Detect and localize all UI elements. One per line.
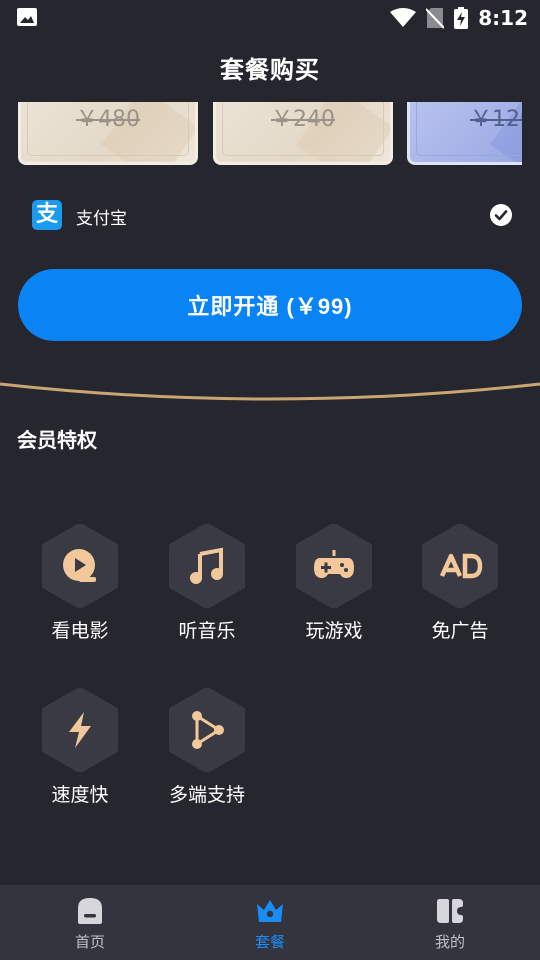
tab-label: 套餐 [254,933,285,951]
plan-card-scroller[interactable]: ￥480 ￥240 ￥120 [18,102,522,166]
feature-label: 看电影 [51,620,109,642]
feature-speed[interactable]: 速度快 [25,688,135,808]
plan-price: ￥480 [76,107,140,132]
plan-card[interactable]: ￥240 [213,102,393,165]
plan-card[interactable]: ￥120 [407,102,522,165]
ad-free-icon [439,553,483,579]
payment-method-label: 支付宝 [76,209,127,229]
plan-card[interactable]: ￥480 [18,102,198,165]
feature-games[interactable]: 玩游戏 [279,524,389,644]
no-sim-icon [426,8,445,29]
lightning-icon [69,712,91,748]
check-icon[interactable] [490,204,512,226]
status-time: 8:12 [478,6,528,30]
feature-label: 听音乐 [178,620,236,642]
alipay-icon: 支 [32,200,62,230]
feature-music[interactable]: 听音乐 [152,524,262,644]
tab-label: 首页 [74,933,105,951]
page-title: 套餐购买 [220,56,320,84]
profile-icon [437,899,463,923]
music-icon [190,547,223,584]
payment-method-row[interactable]: 支 支付宝 [32,200,512,232]
wifi-icon [390,8,417,27]
gallery-icon [17,8,37,26]
movie-icon [63,549,96,582]
status-bar: 8:12 [0,0,540,36]
feature-label: 多端支持 [168,784,245,806]
tab-home[interactable]: 首页 [0,885,180,960]
plan-price: ￥240 [271,107,335,132]
feature-multi-device[interactable]: 多端支持 [152,688,262,808]
bottom-tab-bar: 首页 套餐 我的 [0,885,540,960]
activate-button[interactable]: 立即开通 (￥99) [18,269,522,341]
plan-price: ￥120 [470,107,522,132]
tab-profile[interactable]: 我的 [360,885,540,960]
tab-label: 我的 [434,933,465,951]
feature-label: 速度快 [51,784,109,806]
battery-charging-icon [454,7,469,29]
feature-label: 免广告 [431,620,489,642]
gamepad-icon [314,550,354,578]
home-icon [78,898,102,924]
gold-divider [0,382,540,401]
feature-ad-free[interactable]: 免广告 [405,524,515,644]
section-title: 会员特权 [17,428,97,452]
share-icon [192,711,224,749]
tab-plans[interactable]: 套餐 [180,885,360,960]
crown-icon [257,900,283,922]
feature-label: 玩游戏 [305,620,363,642]
feature-movie[interactable]: 看电影 [25,524,135,644]
